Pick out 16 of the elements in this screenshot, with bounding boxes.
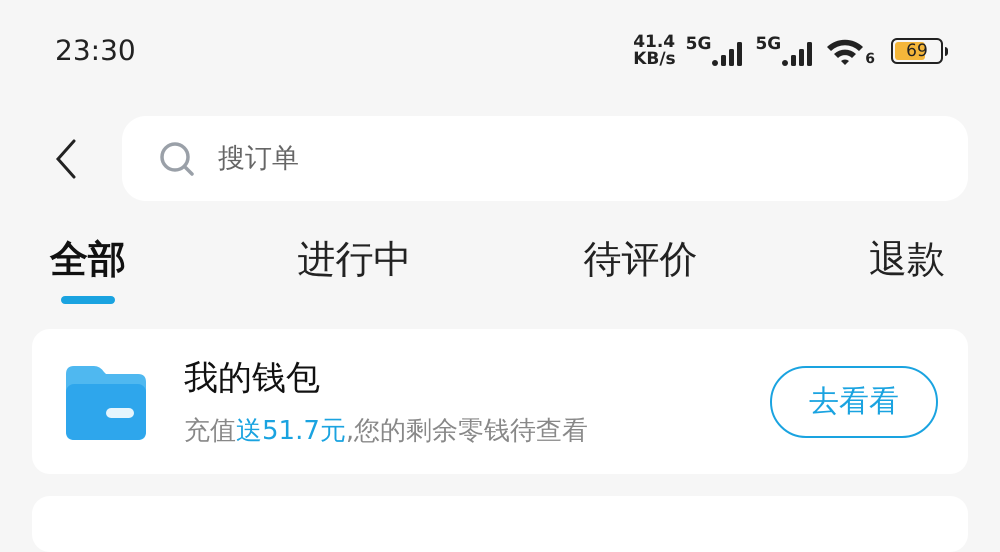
wallet-card[interactable]: 我的钱包 充值送51.7元,您的剩余零钱待查看 去看看 bbox=[32, 329, 968, 474]
card-title: 我的钱包 bbox=[184, 356, 321, 400]
search-icon bbox=[158, 140, 196, 178]
card-subtitle: 充值送51.7元,您的剩余零钱待查看 bbox=[184, 414, 590, 448]
back-icon bbox=[54, 136, 78, 181]
network-speed: 41.4 bbox=[633, 34, 676, 52]
network-type: 5G bbox=[686, 36, 712, 53]
network-type: 5G bbox=[755, 36, 782, 53]
network-speed-unit: KB/s bbox=[633, 51, 676, 68]
order-tab[interactable]: 退款 bbox=[868, 229, 945, 304]
order-tab[interactable]: 全部 bbox=[50, 229, 126, 304]
wifi-label: 6 bbox=[865, 52, 875, 66]
clock-time: 23:30 bbox=[55, 33, 136, 70]
order-tab[interactable]: 待评价 bbox=[583, 229, 698, 304]
order-tab[interactable]: 进行中 bbox=[298, 229, 412, 304]
search-field[interactable]: 搜订单 bbox=[122, 116, 968, 202]
